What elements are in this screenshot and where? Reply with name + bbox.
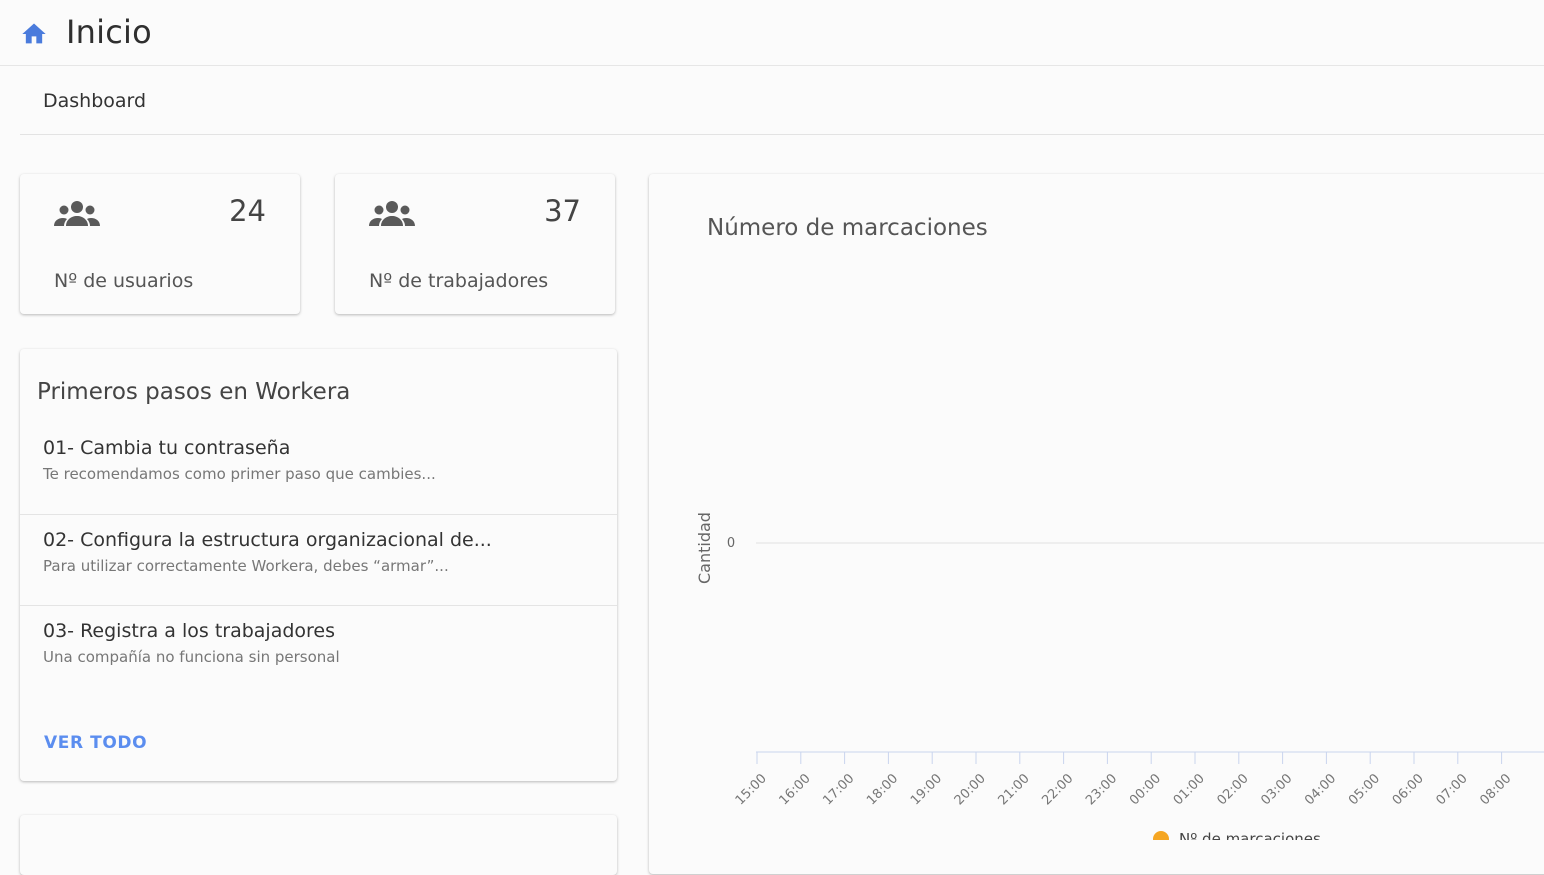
x-tick-label: 22:00 <box>1039 771 1076 808</box>
x-tick-label: 08:00 <box>1477 771 1514 808</box>
step-title: 03- Registra a los trabajadores <box>43 620 336 642</box>
marcaciones-chart: Cantidad 015:00 16:00 17:00 18:00 19:00 20:00 2… <box>695 512 1544 840</box>
x-tick-label: 21:00 <box>996 771 1033 808</box>
x-tick-label: 05:00 <box>1346 771 1383 808</box>
x-tick-label: 06:00 <box>1390 771 1427 808</box>
users-icon <box>54 201 100 226</box>
users-stat-card: 24 Nº de usuarios <box>20 174 300 314</box>
x-tick-label: 00:00 <box>1127 771 1164 808</box>
x-tick-label: 04:00 <box>1302 771 1339 808</box>
step-description: Te recomendamos como primer paso que cam… <box>43 465 436 483</box>
first-steps-card: Primeros pasos en Workera 01- Cambia tu … <box>20 349 617 781</box>
legend-label: Nº de marcaciones <box>1179 830 1321 840</box>
workers-label: Nº de trabajadores <box>369 270 549 292</box>
x-tick-label: 07:00 <box>1434 771 1471 808</box>
top-header: Inicio <box>0 0 1544 66</box>
step-title: 02- Configura la estructura organizacion… <box>43 529 492 551</box>
breadcrumb-dashboard[interactable]: Dashboard <box>43 90 146 112</box>
page-title: Inicio <box>66 13 152 51</box>
users-count: 24 <box>229 194 266 228</box>
step-item-3[interactable]: 03- Registra a los trabajadores Una comp… <box>20 606 617 697</box>
home-icon <box>22 23 46 44</box>
x-tick-label: 18:00 <box>864 771 901 808</box>
step-title: 01- Cambia tu contraseña <box>43 437 291 459</box>
x-tick-label: 16:00 <box>777 771 814 808</box>
legend-marker <box>1153 831 1169 840</box>
x-tick-label: 15:00 <box>733 771 770 808</box>
bottom-card <box>20 815 617 875</box>
x-tick-label: 17:00 <box>820 771 857 808</box>
marcaciones-chart-card: Número de marcaciones Cantidad 0 15:00 16:0… <box>649 174 1544 874</box>
x-tick-label: 02:00 <box>1215 771 1252 808</box>
see-all-link[interactable]: VER TODO <box>44 733 147 753</box>
users-label: Nº de usuarios <box>54 270 194 292</box>
step-item-2[interactable]: 02- Configura la estructura organizacion… <box>20 515 617 606</box>
users-icon <box>369 201 415 226</box>
breadcrumb: Dashboard <box>20 67 1544 135</box>
x-tick-label: 19:00 <box>908 771 945 808</box>
step-description: Una compañía no funciona sin personal <box>43 648 340 666</box>
step-description: Para utilizar correctamente Workera, deb… <box>43 557 449 575</box>
y-axis-label: Cantidad <box>695 512 714 584</box>
x-tick-label: 20:00 <box>952 771 989 808</box>
x-tick-label: 23:00 <box>1083 771 1120 808</box>
first-steps-title: Primeros pasos en Workera <box>37 379 351 405</box>
workers-count: 37 <box>544 194 581 228</box>
y-tick-label: 0 <box>727 536 735 551</box>
x-tick-label: 01:00 <box>1171 771 1208 808</box>
workers-stat-card: 37 Nº de trabajadores <box>335 174 615 314</box>
x-tick-label: 03:00 <box>1258 771 1295 808</box>
step-item-1[interactable]: 01- Cambia tu contraseña Te recomendamos… <box>20 423 617 514</box>
